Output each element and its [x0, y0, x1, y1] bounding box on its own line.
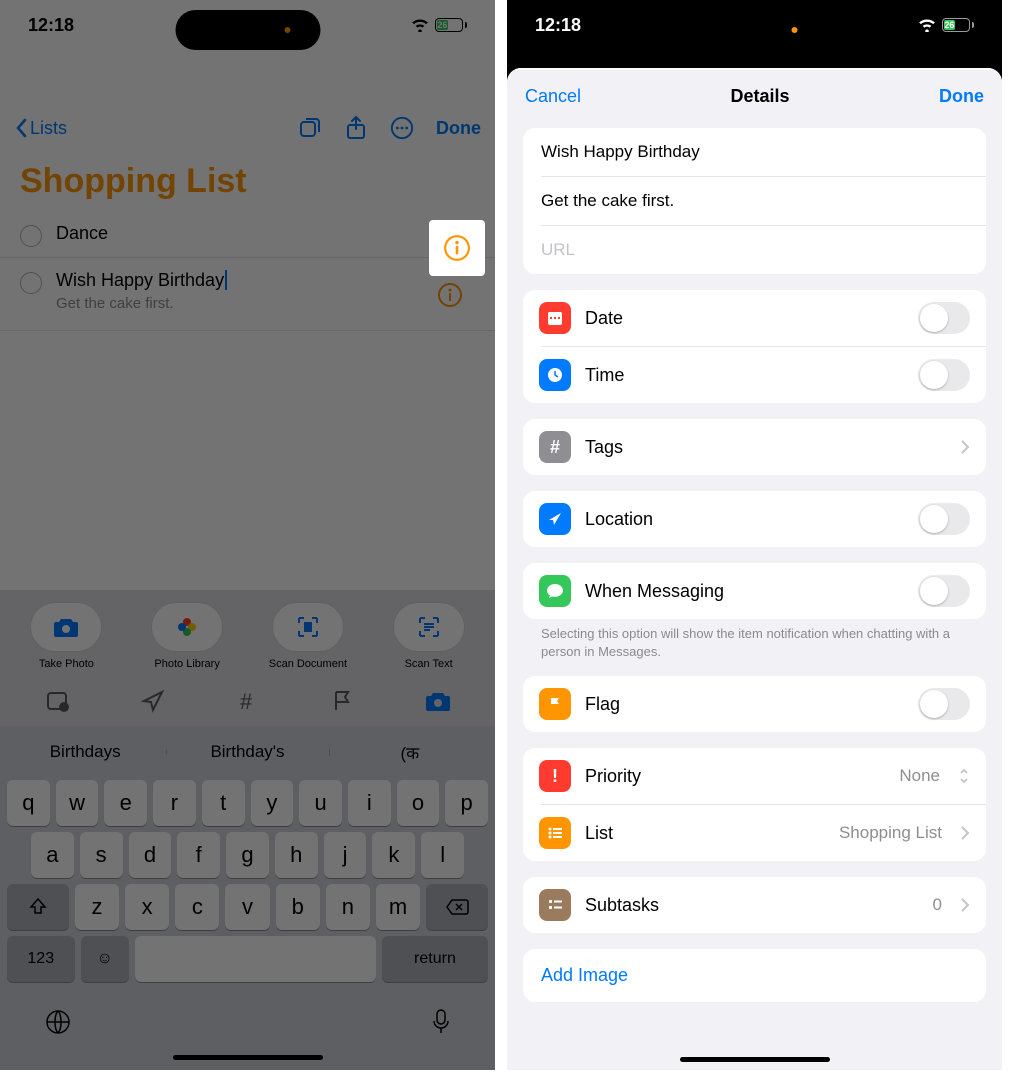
flag-toggle[interactable] — [918, 688, 970, 720]
location-row[interactable]: Location — [523, 491, 986, 547]
phone-left: 12:18 26 Lists Done Shopping List — [0, 0, 495, 1070]
dim-overlay — [0, 0, 495, 1070]
flag-icon — [539, 688, 571, 720]
date-toggle[interactable] — [918, 302, 970, 334]
details-sheet: Cancel Details Done Wish Happy Birthday … — [507, 68, 1002, 1070]
done-button[interactable]: Done — [939, 86, 984, 107]
location-toggle[interactable] — [918, 503, 970, 535]
messaging-toggle[interactable] — [918, 575, 970, 607]
clock-icon — [539, 359, 571, 391]
location-icon — [539, 503, 571, 535]
chevron-right-icon — [960, 897, 970, 913]
home-indicator[interactable] — [680, 1057, 830, 1062]
url-field[interactable]: URL — [523, 226, 986, 274]
message-icon — [539, 575, 571, 607]
status-time: 12:18 — [535, 15, 581, 36]
info-icon — [443, 234, 471, 262]
title-card: Wish Happy Birthday Get the cake first. … — [523, 128, 986, 274]
priority-row[interactable]: ! Priority None — [523, 748, 986, 804]
add-image-card: Add Image — [523, 949, 986, 1002]
hash-icon: # — [539, 431, 571, 463]
messaging-card: When Messaging — [523, 563, 986, 619]
time-row[interactable]: Time — [523, 347, 986, 403]
priority-icon: ! — [539, 760, 571, 792]
sheet-nav: Cancel Details Done — [507, 68, 1002, 124]
calendar-icon — [539, 302, 571, 334]
subtasks-card: Subtasks 0 — [523, 877, 986, 933]
flag-row[interactable]: Flag — [523, 676, 986, 732]
messaging-row[interactable]: When Messaging — [523, 563, 986, 619]
tags-card: # Tags — [523, 419, 986, 475]
notes-field[interactable]: Get the cake first. — [523, 177, 986, 225]
messaging-footer: Selecting this option will show the item… — [523, 619, 986, 660]
chevron-right-icon — [960, 439, 970, 455]
recording-indicator-icon — [791, 27, 797, 33]
flag-card: Flag — [523, 676, 986, 732]
dynamic-island — [682, 10, 827, 50]
tags-row[interactable]: # Tags — [523, 419, 986, 475]
subtasks-icon — [539, 889, 571, 921]
phone-right: 12:18 26 Cancel Details Done Wish Happy … — [507, 0, 1002, 1070]
updown-icon — [958, 767, 970, 785]
date-row[interactable]: Date — [523, 290, 986, 346]
priority-list-card: ! Priority None List Shopping List — [523, 748, 986, 861]
wifi-icon — [918, 18, 936, 32]
info-button-highlight[interactable] — [429, 220, 485, 276]
subtasks-row[interactable]: Subtasks 0 — [523, 877, 986, 933]
battery-icon: 26 — [942, 18, 974, 32]
list-icon — [539, 817, 571, 849]
sheet-title: Details — [731, 86, 790, 107]
cancel-button[interactable]: Cancel — [525, 86, 581, 107]
list-row[interactable]: List Shopping List — [523, 805, 986, 861]
datetime-card: Date Time — [523, 290, 986, 403]
time-toggle[interactable] — [918, 359, 970, 391]
add-image-button[interactable]: Add Image — [523, 949, 986, 1002]
title-field[interactable]: Wish Happy Birthday — [523, 128, 986, 176]
chevron-right-icon — [960, 825, 970, 841]
location-card: Location — [523, 491, 986, 547]
